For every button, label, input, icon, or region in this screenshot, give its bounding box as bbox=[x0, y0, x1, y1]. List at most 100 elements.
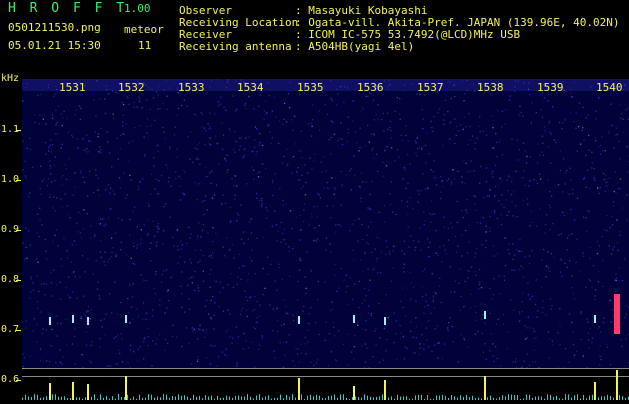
noise-speck bbox=[142, 178, 143, 179]
noise-speck bbox=[65, 194, 66, 195]
noise-speck bbox=[375, 328, 376, 329]
noise-speck bbox=[434, 213, 435, 214]
noise-speck bbox=[303, 209, 304, 210]
noise-speck bbox=[564, 172, 565, 173]
noise-spike bbox=[514, 395, 515, 400]
noise-speck bbox=[182, 244, 183, 245]
noise-speck bbox=[198, 183, 199, 184]
noise-speck bbox=[479, 284, 480, 285]
noise-speck bbox=[549, 338, 550, 339]
noise-speck bbox=[105, 252, 106, 253]
noise-speck bbox=[152, 340, 153, 341]
noise-speck bbox=[159, 299, 160, 300]
noise-speck bbox=[167, 343, 168, 344]
noise-speck bbox=[209, 274, 210, 275]
noise-speck bbox=[422, 296, 423, 297]
noise-speck bbox=[267, 210, 268, 211]
noise-speck bbox=[386, 165, 387, 166]
noise-speck bbox=[55, 210, 56, 211]
noise-speck bbox=[599, 245, 600, 246]
noise-speck bbox=[405, 315, 406, 316]
noise-speck bbox=[132, 318, 133, 319]
meteor-echo bbox=[484, 311, 486, 319]
noise-speck bbox=[419, 193, 420, 194]
noise-speck bbox=[178, 108, 179, 109]
noise-speck bbox=[535, 337, 536, 338]
noise-speck bbox=[334, 264, 335, 265]
noise-speck bbox=[127, 194, 128, 195]
noise-speck bbox=[237, 277, 238, 278]
noise-speck bbox=[354, 220, 355, 221]
noise-speck bbox=[171, 277, 172, 278]
noise-speck bbox=[82, 138, 83, 139]
minute-label-1540: 1540 bbox=[596, 81, 623, 94]
noise-speck bbox=[244, 291, 245, 292]
noise-speck bbox=[377, 258, 378, 259]
noise-speck bbox=[430, 121, 431, 122]
noise-speck bbox=[297, 281, 298, 282]
noise-speck bbox=[403, 267, 404, 268]
noise-speck bbox=[549, 123, 550, 124]
noise-speck bbox=[235, 195, 236, 196]
noise-speck bbox=[296, 171, 297, 172]
noise-speck bbox=[157, 339, 158, 340]
noise-speck bbox=[492, 343, 493, 344]
meteor-spike bbox=[49, 383, 51, 400]
noise-speck bbox=[153, 157, 154, 158]
noise-speck bbox=[330, 153, 331, 154]
noise-speck bbox=[204, 337, 205, 338]
noise-speck bbox=[49, 361, 50, 362]
noise-speck bbox=[383, 162, 384, 163]
noise-spike bbox=[34, 394, 35, 400]
noise-speck bbox=[560, 272, 561, 273]
noise-speck bbox=[55, 133, 56, 134]
noise-speck bbox=[366, 320, 367, 321]
noise-speck bbox=[128, 161, 129, 162]
noise-speck bbox=[502, 154, 503, 155]
noise-speck bbox=[426, 339, 427, 340]
noise-speck bbox=[73, 271, 74, 272]
noise-speck bbox=[489, 196, 490, 197]
noise-speck bbox=[28, 230, 29, 231]
noise-speck bbox=[521, 112, 522, 113]
noise-speck bbox=[518, 251, 519, 252]
noise-speck bbox=[107, 365, 108, 366]
noise-speck bbox=[199, 143, 200, 144]
noise-speck bbox=[501, 194, 502, 195]
noise-speck bbox=[351, 189, 352, 190]
noise-speck bbox=[372, 149, 373, 150]
noise-speck bbox=[457, 222, 458, 223]
noise-speck bbox=[226, 160, 227, 161]
noise-speck bbox=[59, 349, 60, 350]
noise-speck bbox=[578, 126, 579, 127]
noise-speck bbox=[318, 194, 319, 195]
noise-speck bbox=[598, 271, 599, 272]
noise-speck bbox=[207, 233, 208, 234]
noise-speck bbox=[130, 345, 131, 346]
noise-speck bbox=[210, 137, 211, 138]
noise-speck bbox=[297, 299, 298, 300]
noise-speck bbox=[236, 186, 237, 187]
noise-speck bbox=[371, 313, 372, 314]
noise-speck bbox=[492, 298, 493, 299]
noise-speck bbox=[287, 164, 288, 165]
noise-speck bbox=[588, 332, 589, 333]
noise-speck bbox=[67, 214, 68, 215]
noise-speck bbox=[86, 311, 87, 312]
noise-spike bbox=[355, 397, 356, 401]
noise-speck bbox=[383, 360, 384, 361]
noise-speck bbox=[422, 109, 423, 110]
noise-speck bbox=[263, 237, 264, 238]
noise-spike bbox=[538, 396, 539, 400]
noise-spike bbox=[256, 396, 257, 401]
noise-speck bbox=[120, 249, 121, 250]
noise-speck bbox=[515, 171, 516, 172]
noise-speck bbox=[138, 316, 139, 317]
noise-speck bbox=[449, 123, 450, 124]
noise-speck bbox=[121, 242, 122, 243]
noise-speck bbox=[193, 277, 194, 278]
noise-speck bbox=[179, 186, 180, 187]
noise-speck bbox=[315, 322, 316, 323]
noise-speck bbox=[549, 229, 550, 230]
noise-speck bbox=[570, 92, 571, 93]
